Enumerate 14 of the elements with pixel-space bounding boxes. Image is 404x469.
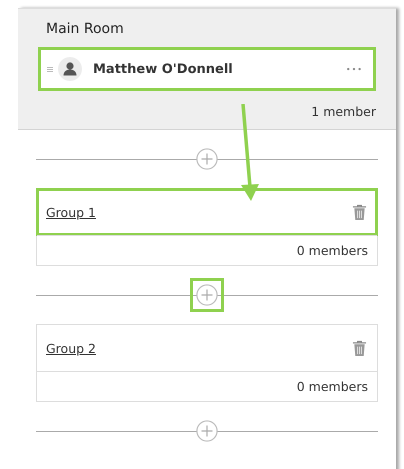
member-count: 0 members [37,235,377,265]
group-name-link[interactable]: Group 1 [46,204,96,220]
more-menu[interactable]: ••• [346,64,363,74]
drag-handle-icon[interactable] [47,66,53,72]
avatar-icon [58,57,82,81]
trash-icon[interactable] [352,204,367,220]
group-name-link[interactable]: Group 2 [46,340,96,356]
member-count: 0 members [37,371,377,401]
add-group-button[interactable] [190,278,224,312]
member-row[interactable]: Matthew O'Donnell ••• [38,47,376,91]
trash-icon[interactable] [352,340,367,356]
room-title: Main Room [46,21,125,37]
member-name: Matthew O'Donnell [93,62,234,76]
member-count: 1 member [310,104,376,119]
